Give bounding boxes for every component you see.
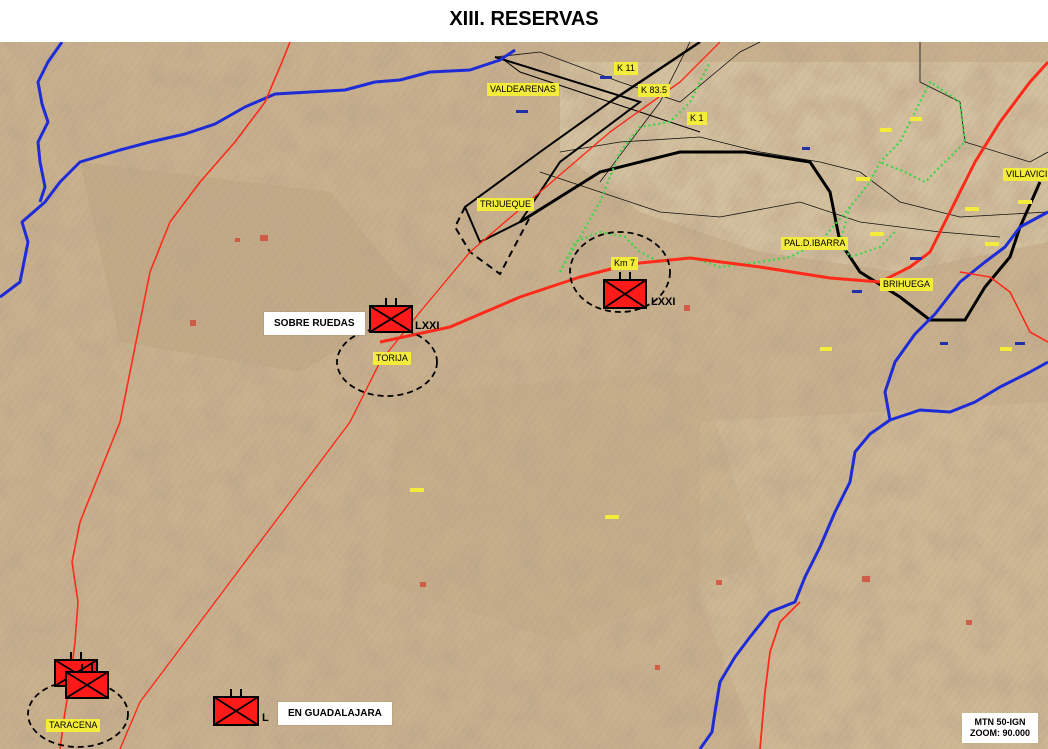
place-label-brihuega: BRIHUEGA: [880, 278, 934, 291]
echelon-label-km7: LXXI: [651, 296, 676, 308]
place-label-k1: K 1: [687, 112, 707, 125]
place-label-valdearenas: VALDEARENAS: [487, 83, 559, 96]
map-title: XIII. RESERVAS: [449, 8, 599, 30]
place-label-trijueque: TRIJUEQUE: [477, 198, 535, 211]
topographic-map: [0, 42, 1048, 749]
place-label-villavici: VILLAVICI: [1003, 168, 1048, 181]
place-label-pal-ibarra: PAL.D.IBARRA: [781, 237, 849, 250]
annotation-sobre-ruedas: SOBRE RUEDAS: [264, 312, 365, 335]
unit-symbol-guadalajara: [213, 689, 259, 726]
map-source-name: MTN 50-IGN: [974, 717, 1026, 727]
annotation-en-guadalajara: EN GUADALAJARA: [278, 702, 392, 725]
place-label-taracena: TARACENA: [46, 719, 101, 732]
unit-symbol-torija: [369, 298, 413, 333]
place-label-k11: K 11: [614, 62, 638, 75]
echelon-label-torija: LXXI: [415, 320, 440, 332]
map-source-box: MTN 50-IGN ZOOM: 90.000: [961, 713, 1038, 743]
place-label-torija: TORIJA: [373, 352, 411, 365]
map-zoom-level: ZOOM: 90.000: [969, 728, 1030, 738]
unit-symbol-taracena-2: [65, 664, 109, 699]
place-label-k835: K 83.5: [638, 84, 671, 97]
unit-symbol-km7: [603, 272, 647, 309]
echelon-label-guadalajara: L: [262, 712, 269, 724]
place-label-km7: Km 7: [611, 257, 639, 270]
